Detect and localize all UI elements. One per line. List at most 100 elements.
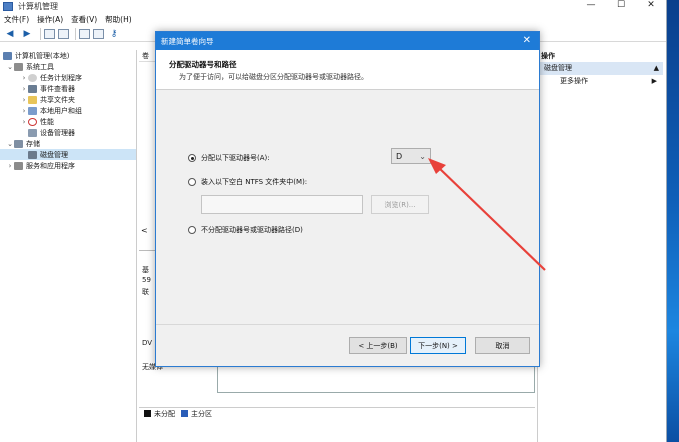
cancel-button[interactable]: 取消 <box>475 337 530 354</box>
no-drive-letter-radio[interactable] <box>188 226 196 234</box>
tree-shared-folders-label: 共享文件夹 <box>40 95 75 104</box>
primary-swatch <box>181 410 188 417</box>
mount-path-input[interactable] <box>201 195 363 214</box>
storage-icon <box>14 139 23 148</box>
tree-event-viewer[interactable]: › 事件查看器 <box>0 83 136 94</box>
back-arrow-icon[interactable]: ◀ <box>3 28 17 40</box>
tree-storage[interactable]: ⌄ 存储 <box>0 138 136 149</box>
chevron-down-icon[interactable]: ⌄ <box>419 152 426 161</box>
chevron-right-icon[interactable]: › <box>20 96 28 104</box>
chevron-right-icon[interactable]: › <box>20 118 28 126</box>
actions-group-label: 磁盘管理 <box>544 64 572 72</box>
device-manager-icon <box>28 128 37 137</box>
chevron-down-icon[interactable]: ⌄ <box>6 140 14 148</box>
forward-arrow-icon[interactable]: ▶ <box>20 28 34 40</box>
tools-icon <box>14 62 23 71</box>
dialog-header: 分配驱动器号和路径 为了便于访问，可以给磁盘分区分配驱动器号或驱动器路径。 <box>156 50 539 90</box>
tree-task-scheduler[interactable]: › 任务计划程序 <box>0 72 136 83</box>
maximize-button[interactable]: ☐ <box>606 0 636 12</box>
legend-primary: 主分区 <box>191 409 212 418</box>
tree-storage-label: 存储 <box>26 139 40 148</box>
menu-view[interactable]: 查看(V) <box>71 14 97 25</box>
minimize-button[interactable]: — <box>576 0 606 12</box>
tree-disk-management[interactable]: 磁盘管理 <box>0 149 136 160</box>
help-icon[interactable] <box>79 28 90 39</box>
services-icon <box>14 161 23 170</box>
tree-device-manager[interactable]: 设备管理器 <box>0 127 136 138</box>
chevron-right-icon[interactable]: › <box>20 74 28 82</box>
mount-folder-option[interactable]: 装入以下空白 NTFS 文件夹中(M): <box>188 177 307 187</box>
computer-management-icon <box>3 1 13 11</box>
dialog-subheading: 为了便于访问，可以给磁盘分区分配驱动器号或驱动器路径。 <box>179 73 368 81</box>
list-view-icon[interactable] <box>93 28 104 39</box>
submenu-arrow-icon: ▶ <box>651 77 657 85</box>
toolbar-separator <box>75 27 76 40</box>
browse-button[interactable]: 浏览(R)... <box>371 195 429 214</box>
computer-icon <box>3 51 12 60</box>
tree-shared-folders[interactable]: › 共享文件夹 <box>0 94 136 105</box>
drive-letter-value: D <box>396 151 403 161</box>
tree-device-manager-label: 设备管理器 <box>40 128 75 137</box>
new-simple-volume-wizard: 新建简单卷向导 ✕ 分配驱动器号和路径 为了便于访问，可以给磁盘分区分配驱动器号… <box>155 31 540 367</box>
scroll-left-arrow[interactable]: < <box>141 226 148 235</box>
more-actions-item[interactable]: 更多操作 ▶ <box>538 75 663 88</box>
menu-action[interactable]: 操作(A) <box>37 14 63 25</box>
users-icon <box>28 106 37 115</box>
toolbar-separator <box>40 27 41 40</box>
tree-root-label: 计算机管理(本地) <box>15 51 70 60</box>
key-icon[interactable]: ⚷ <box>107 28 121 40</box>
disk-0-size: 59 <box>142 276 151 284</box>
tree-disk-management-label: 磁盘管理 <box>40 150 68 159</box>
tree-system-tools-label: 系统工具 <box>26 62 54 71</box>
tree-services-apps[interactable]: › 服务和应用程序 <box>0 160 136 171</box>
disk-management-icon <box>28 150 37 159</box>
assign-drive-letter-option[interactable]: 分配以下驱动器号(A): <box>188 153 270 163</box>
chevron-down-icon[interactable]: ⌄ <box>6 63 14 71</box>
menu-file[interactable]: 文件(F) <box>4 14 29 25</box>
disk-0-status: 联 <box>142 288 149 296</box>
actions-pane: 操作 磁盘管理 ▲ 更多操作 ▶ <box>537 50 663 442</box>
dialog-close-button[interactable]: ✕ <box>523 35 531 46</box>
dialog-button-bar: < 上一步(B) 下一步(N) > 取消 <box>156 324 539 366</box>
drive-letter-select[interactable]: D ⌄ <box>391 148 431 164</box>
tree-performance[interactable]: › 性能 <box>0 116 136 127</box>
dialog-title-bar: 新建简单卷向导 ✕ <box>156 32 539 50</box>
performance-icon <box>28 117 37 126</box>
tree-services-apps-label: 服务和应用程序 <box>26 161 75 170</box>
mount-folder-label: 装入以下空白 NTFS 文件夹中(M): <box>201 178 308 186</box>
collapse-up-icon[interactable]: ▲ <box>654 62 659 75</box>
assign-drive-letter-radio[interactable] <box>188 154 196 162</box>
tree-system-tools[interactable]: ⌄ 系统工具 <box>0 61 136 72</box>
dvd-drive-label: DV <box>142 339 153 347</box>
properties-icon[interactable] <box>58 28 69 39</box>
chevron-right-icon[interactable]: › <box>6 162 14 170</box>
tree-local-users[interactable]: › 本地用户和组 <box>0 105 136 116</box>
assign-drive-letter-label: 分配以下驱动器号(A): <box>201 154 270 162</box>
disk-0-type: 基 <box>142 266 149 274</box>
actions-group-disk-management[interactable]: 磁盘管理 ▲ <box>538 62 663 75</box>
shared-folder-icon <box>28 95 37 104</box>
title-bar: 计算机管理 — ☐ ✕ <box>0 0 666 12</box>
no-drive-letter-option[interactable]: 不分配驱动器号或驱动器路径(D) <box>188 225 303 235</box>
mount-folder-radio[interactable] <box>188 178 196 186</box>
dialog-title: 新建简单卷向导 <box>161 36 214 46</box>
no-drive-letter-label: 不分配驱动器号或驱动器路径(D) <box>201 226 303 234</box>
legend-unallocated: 未分配 <box>154 409 175 418</box>
chevron-right-icon[interactable]: › <box>20 107 28 115</box>
tree-task-scheduler-label: 任务计划程序 <box>40 73 82 82</box>
back-button[interactable]: < 上一步(B) <box>349 337 407 354</box>
chevron-right-icon[interactable]: › <box>20 85 28 93</box>
navigation-tree: 计算机管理(本地) ⌄ 系统工具 › 任务计划程序 › 事件查看器 › 共享文件… <box>0 50 137 442</box>
tree-performance-label: 性能 <box>40 117 54 126</box>
dialog-heading: 分配驱动器号和路径 <box>169 60 237 69</box>
next-button[interactable]: 下一步(N) > <box>410 337 466 354</box>
close-button[interactable]: ✕ <box>636 0 666 12</box>
tree-local-users-label: 本地用户和组 <box>40 106 82 115</box>
tree-root[interactable]: 计算机管理(本地) <box>0 50 136 61</box>
menu-help[interactable]: 帮助(H) <box>105 14 132 25</box>
actions-header: 操作 <box>541 52 555 60</box>
window-controls: — ☐ ✕ <box>576 0 666 12</box>
folder-icon[interactable] <box>44 28 55 39</box>
menu-bar: 文件(F) 操作(A) 查看(V) 帮助(H) <box>0 12 666 26</box>
clock-icon <box>28 73 37 82</box>
